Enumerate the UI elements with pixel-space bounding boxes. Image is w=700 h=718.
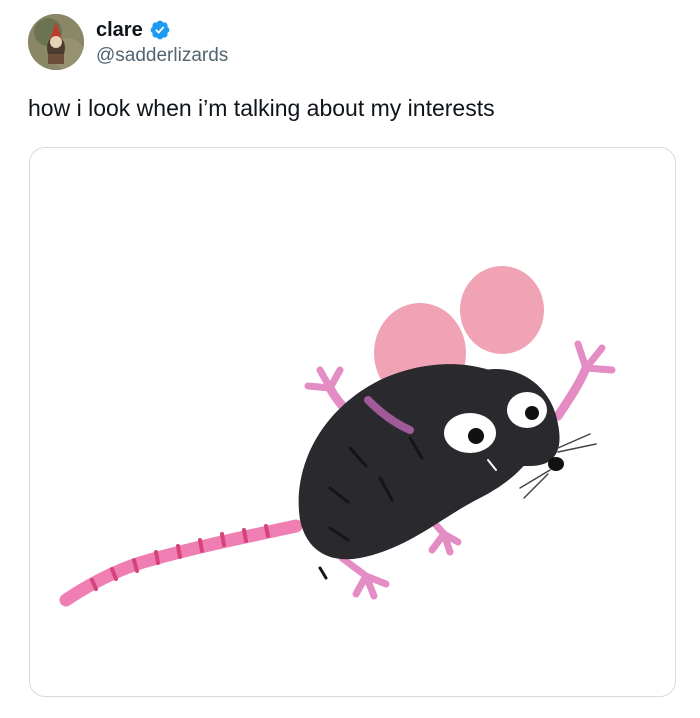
avatar[interactable] bbox=[28, 14, 84, 70]
mouse-illustration-icon bbox=[59, 266, 616, 607]
tweet-text: how i look when i’m talking about my int… bbox=[28, 95, 495, 121]
tweet-card: clare @sadderlizards how i look when i’m… bbox=[0, 0, 700, 718]
display-name[interactable]: clare bbox=[96, 19, 143, 42]
tweet-media[interactable] bbox=[29, 147, 676, 697]
verified-badge-icon bbox=[150, 20, 170, 40]
tweet-header: clare @sadderlizards bbox=[28, 14, 228, 70]
handle[interactable]: @sadderlizards bbox=[96, 45, 228, 67]
author-names: clare @sadderlizards bbox=[96, 17, 228, 67]
name-row: clare bbox=[96, 17, 228, 43]
avatar-image-icon bbox=[28, 14, 84, 70]
